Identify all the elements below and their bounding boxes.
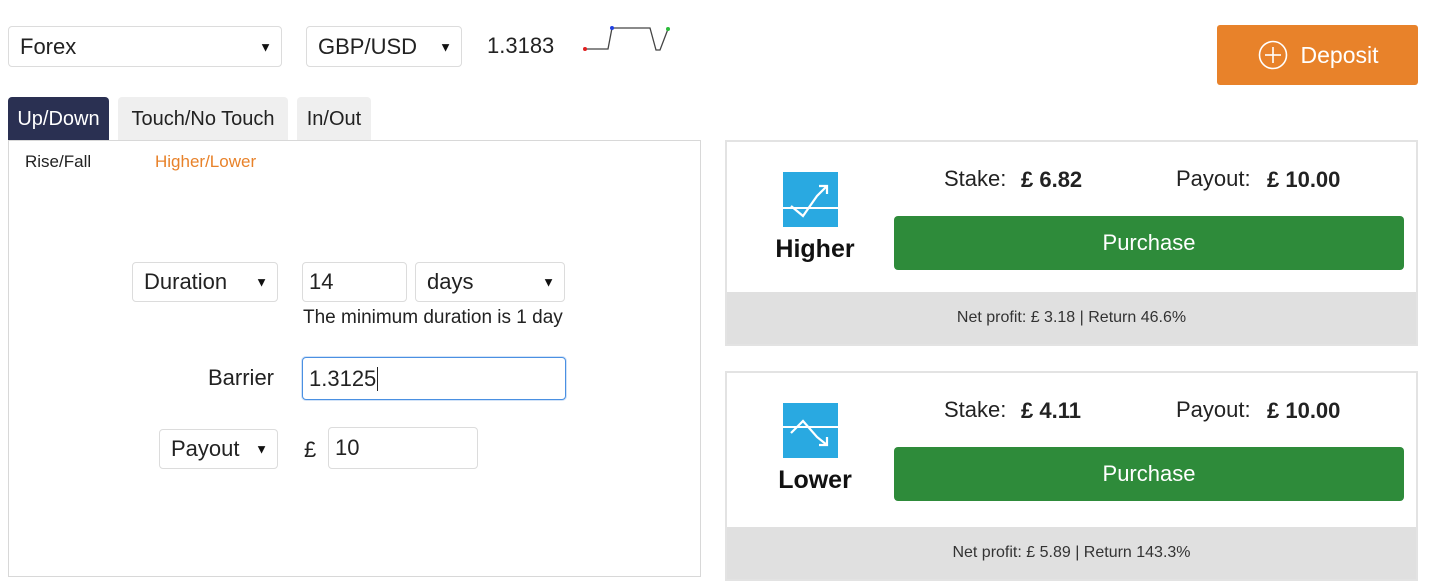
deposit-button[interactable]: Deposit — [1217, 25, 1418, 85]
direction-label-higher: Higher — [775, 235, 855, 263]
deposit-label: Deposit — [1300, 41, 1379, 68]
symbol-select[interactable]: GBP/USD ▼ — [306, 26, 462, 67]
trend-up-icon — [783, 172, 838, 227]
text-cursor — [377, 366, 379, 391]
stake-value: £ 4.11 — [1021, 398, 1081, 423]
duration-hint: The minimum duration is 1 day — [303, 307, 563, 328]
payout-value: £ 10.00 — [1267, 167, 1341, 192]
barrier-value-text: 1.3125 — [309, 365, 377, 391]
stake-label: Stake: — [944, 166, 1007, 191]
caret-down-icon: ▼ — [259, 39, 272, 54]
spot-price: 1.3183 — [487, 33, 555, 58]
amount-type-value: Payout — [171, 436, 240, 461]
amount-input[interactable]: 10 — [328, 427, 478, 469]
duration-unit-select[interactable]: days ▼ — [415, 262, 565, 302]
stake-label: Stake: — [944, 397, 1007, 422]
stake-value: £ 6.82 — [1021, 167, 1083, 192]
duration-unit-value: days — [427, 269, 474, 294]
direction-label-lower: Lower — [778, 466, 852, 494]
tab-touch-no-touch[interactable]: Touch/No Touch — [118, 97, 288, 141]
market-select[interactable]: Forex ▼ — [8, 26, 282, 67]
duration-type-value: Duration — [144, 269, 228, 294]
purchase-button-lower[interactable]: Purchase — [894, 447, 1404, 501]
barrier-label: Barrier — [208, 365, 275, 390]
contract-card-lower: Lower Stake: £ 4.11 Payout: £ 10.00 Purc… — [725, 371, 1418, 581]
trend-down-icon — [783, 403, 838, 458]
price-sparkline — [583, 26, 670, 51]
currency-symbol: £ — [304, 437, 317, 462]
subtab-higher-lower[interactable]: Higher/Lower — [155, 152, 256, 172]
payout-label: Payout: — [1176, 166, 1251, 191]
barrier-input[interactable]: 1.3125 — [302, 357, 566, 400]
net-profit-info: Net profit: £ 5.89 | Return 143.3% — [727, 527, 1416, 579]
caret-down-icon: ▼ — [255, 441, 268, 457]
contract-card-higher: Higher Stake: £ 6.82 Payout: £ 10.00 Pur… — [725, 140, 1418, 346]
plus-circle-icon — [1258, 40, 1287, 70]
amount-type-select[interactable]: Payout ▼ — [159, 429, 278, 469]
tab-up-down[interactable]: Up/Down — [8, 97, 109, 141]
purchase-button-higher[interactable]: Purchase — [894, 216, 1404, 270]
duration-value-input[interactable]: 14 — [302, 262, 407, 302]
net-profit-info: Net profit: £ 3.18 | Return 46.6% — [727, 292, 1416, 344]
duration-value-text: 14 — [309, 269, 334, 294]
amount-value-text: 10 — [335, 435, 360, 460]
symbol-select-value: GBP/USD — [318, 33, 418, 59]
caret-down-icon: ▼ — [542, 274, 555, 290]
caret-down-icon: ▼ — [255, 274, 268, 290]
tab-in-out[interactable]: In/Out — [297, 97, 371, 141]
payout-value: £ 10.00 — [1267, 398, 1341, 423]
market-select-value: Forex — [20, 33, 77, 59]
subtab-rise-fall[interactable]: Rise/Fall — [25, 152, 91, 172]
caret-down-icon: ▼ — [439, 39, 452, 54]
payout-label: Payout: — [1176, 397, 1251, 422]
duration-type-select[interactable]: Duration ▼ — [132, 262, 278, 302]
